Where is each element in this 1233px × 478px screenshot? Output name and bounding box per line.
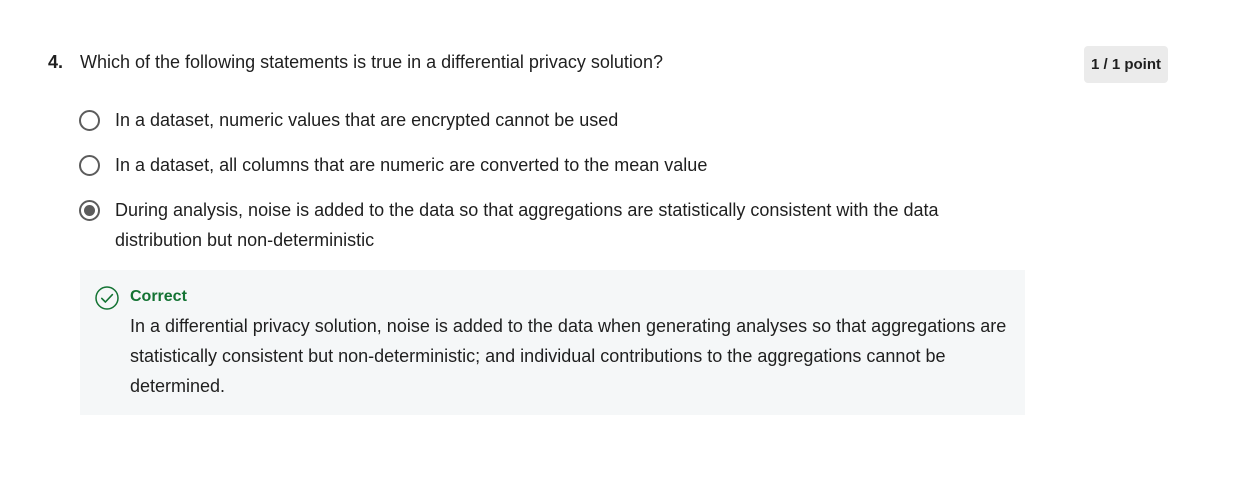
answer-option[interactable]: In a dataset, numeric values that are en…	[78, 109, 1008, 135]
answer-option-selected[interactable]: During analysis, noise is added to the d…	[78, 199, 1008, 255]
option-label: In a dataset, numeric values that are en…	[115, 110, 619, 130]
feedback-explanation: In a differential privacy solution, nois…	[130, 316, 1007, 396]
answer-option[interactable]: In a dataset, all columns that are numer…	[78, 154, 1008, 180]
feedback-panel: Correct In a differential privacy soluti…	[80, 270, 1025, 415]
points-badge: 1 / 1 point	[1084, 46, 1168, 83]
option-label: In a dataset, all columns that are numer…	[115, 155, 708, 175]
radio-button[interactable]	[79, 110, 100, 131]
question-text: Which of the following statements is tru…	[80, 52, 663, 72]
feedback-status: Correct	[130, 288, 187, 305]
question-number: 4.	[48, 52, 64, 72]
radio-button[interactable]	[79, 155, 100, 176]
radio-button-checked[interactable]	[79, 200, 100, 221]
check-circle-icon	[95, 286, 119, 310]
option-label: During analysis, noise is added to the d…	[115, 200, 939, 250]
